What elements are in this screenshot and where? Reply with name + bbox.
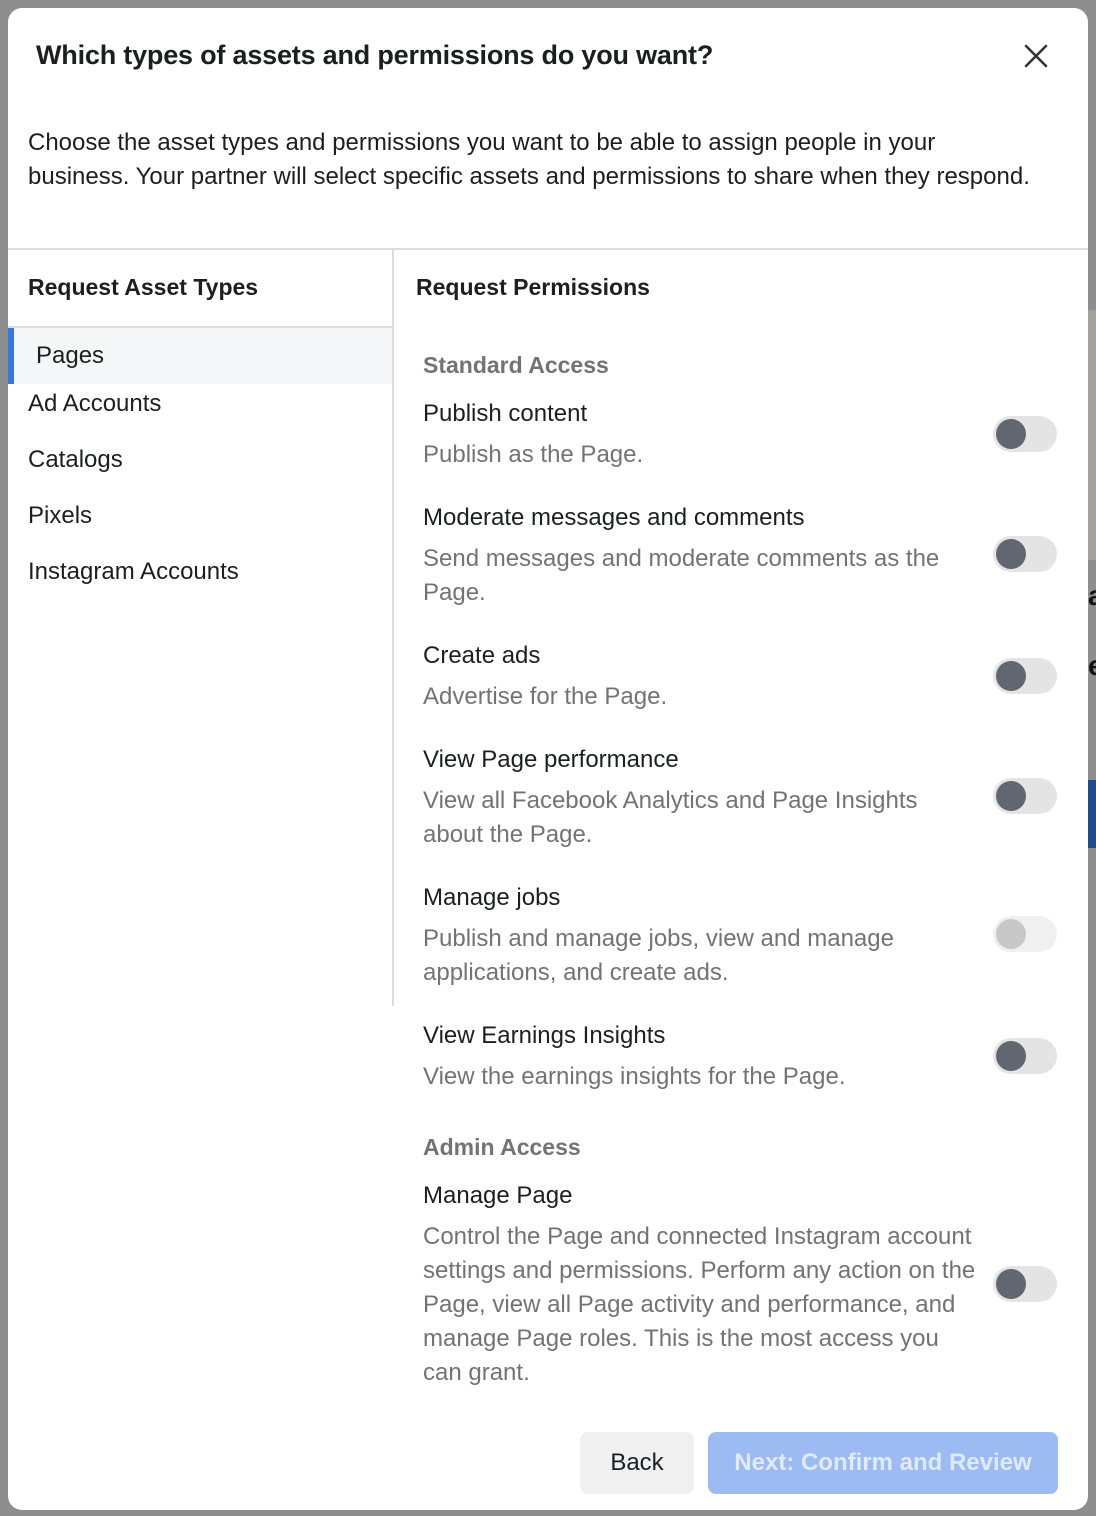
asset-type-pixels[interactable]: Pixels — [8, 496, 392, 552]
toggle-knob — [996, 419, 1026, 449]
asset-type-label: Instagram Accounts — [28, 558, 239, 585]
permission-description: Publish and manage jobs, view and manage… — [423, 925, 894, 986]
permissions-dialog: Which types of assets and permissions do… — [8, 8, 1088, 1510]
dialog-intro: Choose the asset types and permissions y… — [28, 129, 1030, 190]
toggle-view-page-performance[interactable] — [993, 778, 1057, 814]
permission-create-ads: Create ads Advertise for the Page. — [423, 640, 1073, 714]
toggle-view-earnings-insights[interactable] — [993, 1038, 1057, 1074]
asset-type-label: Ad Accounts — [28, 390, 162, 417]
close-icon — [1024, 44, 1048, 68]
asset-type-pages[interactable]: Pages — [8, 328, 392, 384]
permission-description: View the earnings insights for the Page. — [423, 1063, 846, 1090]
toggle-moderate-messages[interactable] — [993, 536, 1057, 572]
permission-title: Moderate messages and comments — [423, 504, 805, 531]
selected-indicator — [8, 328, 14, 384]
permission-description: Send messages and moderate comments as t… — [423, 545, 940, 606]
permission-title: Manage jobs — [423, 884, 561, 911]
toggle-knob — [996, 661, 1026, 691]
permission-manage-jobs: Manage jobs Publish and manage jobs, vie… — [423, 882, 1073, 990]
permission-description: Control the Page and connected Instagram… — [423, 1223, 976, 1386]
permission-description: Advertise for the Page. — [423, 683, 668, 710]
permission-view-page-performance: View Page performance View all Facebook … — [423, 744, 1073, 852]
background-text-fragment: e — [1088, 650, 1096, 681]
asset-types-heading: Request Asset Types — [28, 274, 259, 300]
asset-type-label: Catalogs — [28, 446, 123, 473]
permission-title: Publish content — [423, 400, 588, 427]
back-button[interactable]: Back — [580, 1432, 694, 1494]
permission-description: View all Facebook Analytics and Page Ins… — [423, 787, 918, 848]
asset-type-ad-accounts[interactable]: Ad Accounts — [8, 384, 392, 440]
permission-description: Publish as the Page. — [423, 441, 644, 468]
asset-type-label: Pages — [36, 342, 105, 369]
asset-type-instagram-accounts[interactable]: Instagram Accounts — [8, 552, 392, 608]
background-panel — [1088, 310, 1096, 560]
column-divider — [392, 250, 394, 1006]
permissions-heading: Request Permissions — [416, 274, 650, 300]
asset-type-catalogs[interactable]: Catalogs — [8, 440, 392, 496]
toggle-knob — [996, 919, 1026, 949]
section-standard-access: Standard Access — [423, 352, 609, 378]
close-button[interactable] — [1018, 38, 1054, 74]
toggle-knob — [996, 1269, 1026, 1299]
background-button-fragment — [1088, 780, 1096, 848]
toggle-manage-page[interactable] — [993, 1266, 1057, 1302]
section-admin-access: Admin Access — [423, 1134, 581, 1160]
toggle-manage-jobs[interactable] — [993, 916, 1057, 952]
permission-view-earnings-insights: View Earnings Insights View the earnings… — [423, 1020, 1073, 1094]
background-text-fragment: a — [1088, 580, 1096, 611]
permission-title: Manage Page — [423, 1182, 573, 1209]
dialog-title: Which types of assets and permissions do… — [36, 40, 714, 70]
permission-title: View Page performance — [423, 746, 679, 773]
asset-type-label: Pixels — [28, 502, 93, 529]
toggle-knob — [996, 539, 1026, 569]
dialog-header: Which types of assets and permissions do… — [8, 8, 1088, 104]
permission-moderate-messages: Moderate messages and comments Send mess… — [423, 502, 1073, 610]
toggle-create-ads[interactable] — [993, 658, 1057, 694]
permission-title: View Earnings Insights — [423, 1022, 666, 1049]
next-confirm-review-button[interactable]: Next: Confirm and Review — [708, 1432, 1058, 1494]
permission-manage-page: Manage Page Control the Page and connect… — [423, 1180, 1073, 1390]
permission-publish-content: Publish content Publish as the Page. — [423, 398, 1073, 472]
toggle-publish-content[interactable] — [993, 416, 1057, 452]
permission-title: Create ads — [423, 642, 541, 669]
toggle-knob — [996, 781, 1026, 811]
toggle-knob — [996, 1041, 1026, 1071]
divider — [8, 248, 1088, 250]
